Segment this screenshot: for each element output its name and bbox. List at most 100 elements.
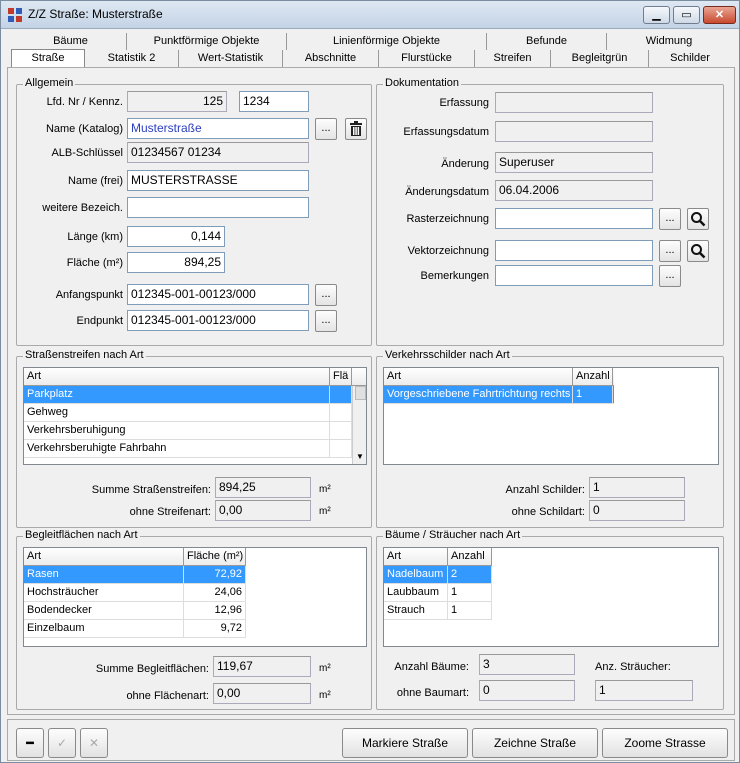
list-header: Art Fläche (m²) xyxy=(24,548,246,566)
tab-statistik-2[interactable]: Statistik 2 xyxy=(85,50,179,67)
tab-wert-statistik[interactable]: Wert-Statistik xyxy=(179,50,283,67)
col-flaeche[interactable]: Flä xyxy=(330,368,352,386)
bemerkungen-field[interactable] xyxy=(495,265,653,286)
col-art[interactable]: Art xyxy=(384,368,573,386)
col-anzahl[interactable]: Anzahl xyxy=(448,548,492,566)
list-header: Art Anzahl xyxy=(384,548,492,566)
list-item[interactable]: Gehweg xyxy=(24,404,352,422)
tab-punktfoermige-objekte[interactable]: Punktförmige Objekte xyxy=(127,33,287,50)
name-katalog-browse-button[interactable]: ... xyxy=(315,118,337,140)
bemerkungen-label: Bemerkungen xyxy=(420,270,490,282)
anfangspunkt-browse-button[interactable]: ... xyxy=(315,284,337,306)
maximize-button[interactable]: ▭ xyxy=(673,6,700,24)
list-item[interactable]: Rasen 72,92 xyxy=(24,566,246,584)
aenderungsdatum-label: Änderungsdatum xyxy=(405,186,489,198)
strassenstreifen-list[interactable]: Art Flä Parkplatz Gehweg Verkehrsberuhig… xyxy=(23,367,367,465)
tab-abschnitte[interactable]: Abschnitte xyxy=(283,50,379,67)
tab-strasse[interactable]: Straße xyxy=(11,49,85,68)
col-art[interactable]: Art xyxy=(24,368,330,386)
minimize-button[interactable]: ▁ xyxy=(643,6,670,24)
scroll-thumb[interactable] xyxy=(355,386,366,400)
tab-befunde[interactable]: Befunde xyxy=(487,33,607,50)
zoome-strasse-button[interactable]: Zoome Strasse xyxy=(602,728,728,758)
delete-button[interactable] xyxy=(345,118,367,140)
rasterzeichnung-browse-button[interactable]: ... xyxy=(659,208,681,230)
kennz-field[interactable]: 1234 xyxy=(239,91,309,112)
list-item[interactable]: Parkplatz xyxy=(24,386,352,404)
col-art[interactable]: Art xyxy=(24,548,184,566)
col-anzahl[interactable]: Anzahl xyxy=(573,368,613,386)
ohne-schildart-label: ohne Schildart: xyxy=(511,506,585,518)
list-item[interactable]: Einzelbaum 9,72 xyxy=(24,620,246,638)
dots-icon: ... xyxy=(321,122,331,134)
laenge-field[interactable]: 0,144 xyxy=(127,226,225,247)
bemerkungen-browse-button[interactable]: ... xyxy=(659,265,681,287)
dots-icon: ... xyxy=(665,244,675,256)
flaeche-field[interactable]: 894,25 xyxy=(127,252,225,273)
list-item[interactable]: Vorgeschriebene Fahrtrichtung rechts 1 xyxy=(384,386,614,404)
cell-art: Nadelbaum xyxy=(384,566,448,584)
anfangspunkt-field[interactable]: 012345-001-00123/000 xyxy=(127,284,309,305)
markiere-strasse-button[interactable]: Markiere Straße xyxy=(342,728,468,758)
baeume-list[interactable]: Art Anzahl Nadelbaum 2 Laubbaum 1 Strauch 1 xyxy=(383,547,719,647)
col-art[interactable]: Art xyxy=(384,548,448,566)
begleitflaechen-list[interactable]: Art Fläche (m²) Rasen 72,92 Hochsträucher… xyxy=(23,547,367,647)
magnifier-icon xyxy=(691,212,706,227)
vertical-scrollbar[interactable]: ▼ xyxy=(352,386,366,464)
unit-m2: m² xyxy=(319,690,331,701)
cell-flaeche xyxy=(330,386,352,404)
col-flaeche[interactable]: Fläche (m²) xyxy=(184,548,246,566)
cell-art: Bodendecker xyxy=(24,602,184,620)
tab-streifen[interactable]: Streifen xyxy=(475,50,551,67)
list-item[interactable]: Verkehrsberuhigung xyxy=(24,422,352,440)
anzahl-baeume-field: 3 xyxy=(479,654,575,675)
list-item[interactable]: Verkehrsberuhigte Fahrbahn xyxy=(24,440,352,458)
tab-linienfoermige-objekte[interactable]: Linienförmige Objekte xyxy=(287,33,487,50)
tab-flurstuecke[interactable]: Flurstücke xyxy=(379,50,475,67)
cell-art: Verkehrsberuhigung xyxy=(24,422,330,440)
verkehrsschilder-list[interactable]: Art Anzahl Vorgeschriebene Fahrtrichtung… xyxy=(383,367,719,465)
rasterzeichnung-field[interactable] xyxy=(495,208,653,229)
vektorzeichnung-field[interactable] xyxy=(495,240,653,261)
vektorzeichnung-view-button[interactable] xyxy=(687,240,709,262)
list-item[interactable]: Strauch 1 xyxy=(384,602,492,620)
minimize-icon: ▁ xyxy=(652,9,661,21)
cell-flaeche xyxy=(330,404,352,422)
anz-straeucher-label: Anz. Sträucher: xyxy=(595,661,671,673)
zeichne-strasse-button[interactable]: Zeichne Straße xyxy=(472,728,598,758)
anfangspunkt-label: Anfangspunkt xyxy=(55,289,123,301)
chevron-down-icon[interactable]: ▼ xyxy=(356,452,364,461)
remove-button[interactable]: ━ xyxy=(16,728,44,758)
verkehrsschilder-group: Verkehrsschilder nach Art Art Anzahl Vor… xyxy=(376,349,724,528)
tab-begleitgruen[interactable]: Begleitgrün xyxy=(551,50,649,67)
close-button[interactable]: ✕ xyxy=(703,6,736,24)
tab-baeume[interactable]: Bäume xyxy=(15,33,127,50)
rasterzeichnung-view-button[interactable] xyxy=(687,208,709,230)
list-item[interactable]: Laubbaum 1 xyxy=(384,584,492,602)
tab-widmung[interactable]: Widmung xyxy=(607,33,731,50)
cancel-button[interactable]: ✕ xyxy=(80,728,108,758)
endpunkt-field[interactable]: 012345-001-00123/000 xyxy=(127,310,309,331)
vektorzeichnung-browse-button[interactable]: ... xyxy=(659,240,681,262)
endpunkt-browse-button[interactable]: ... xyxy=(315,310,337,332)
minus-icon: ━ xyxy=(26,736,34,750)
weitere-field[interactable] xyxy=(127,197,309,218)
list-item[interactable]: Bodendecker 12,96 xyxy=(24,602,246,620)
list-item[interactable]: Hochsträucher 24,06 xyxy=(24,584,246,602)
cell-art: Parkplatz xyxy=(24,386,330,404)
laenge-label: Länge (km) xyxy=(67,231,123,243)
cell-art: Verkehrsberuhigte Fahrbahn xyxy=(24,440,330,458)
erfassungsdatum-field xyxy=(495,121,653,142)
tab-schilder[interactable]: Schilder xyxy=(649,50,731,67)
erfassung-field xyxy=(495,92,653,113)
rasterzeichnung-label: Rasterzeichnung xyxy=(406,213,489,225)
magnifier-icon xyxy=(691,244,706,259)
list-item[interactable]: Nadelbaum 2 xyxy=(384,566,492,584)
erfassung-label: Erfassung xyxy=(439,97,489,109)
ohne-flaechenart-field: 0,00 xyxy=(213,683,311,704)
cell-anzahl: 2 xyxy=(448,566,492,584)
alb-field: 01234567 01234 xyxy=(127,142,309,163)
name-frei-field[interactable]: MUSTERSTRASSE xyxy=(127,170,309,191)
confirm-button[interactable]: ✓ xyxy=(48,728,76,758)
name-katalog-field[interactable]: Musterstraße xyxy=(127,118,309,139)
